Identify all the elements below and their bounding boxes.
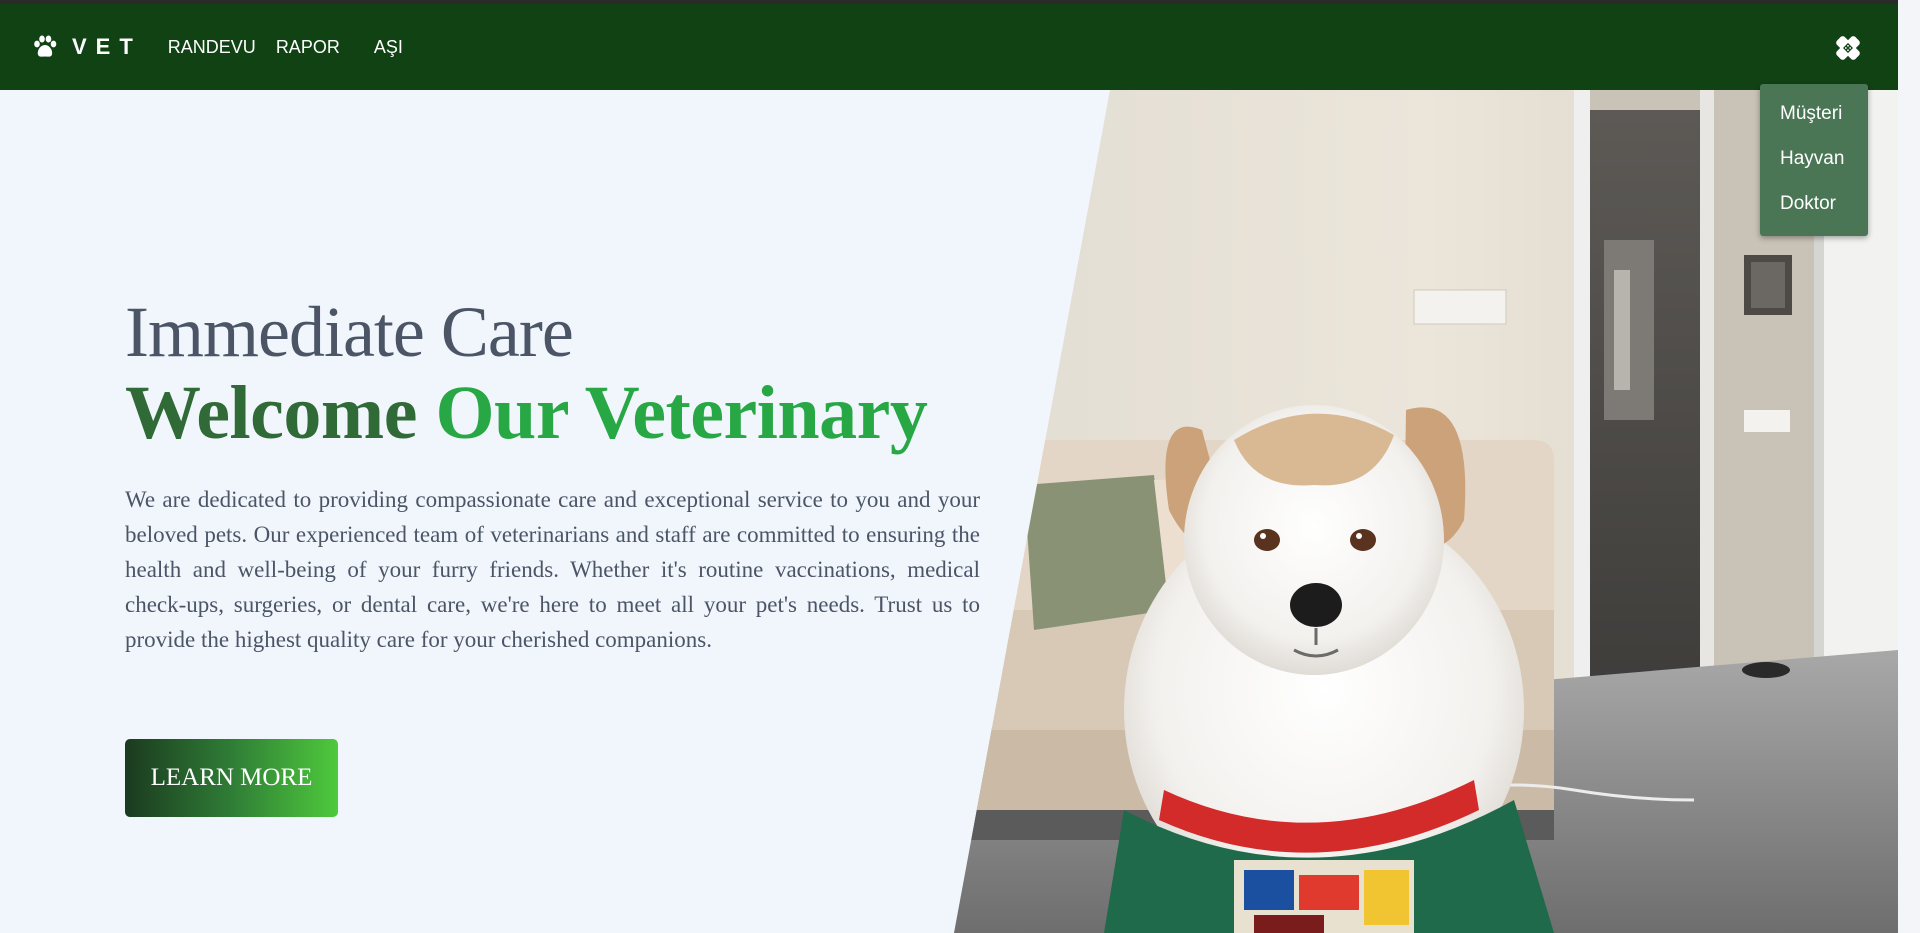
hero-title: Welcome Our Veterinary <box>125 372 980 454</box>
page-right-gutter <box>1898 0 1920 933</box>
dropdown-item-hayvan[interactable]: Hayvan <box>1780 148 1844 170</box>
dropdown-item-musteri[interactable]: Müşteri <box>1780 103 1842 125</box>
nav-links: RANDEVU RAPOR AŞI <box>168 37 403 58</box>
learn-more-button[interactable]: LEARN MORE <box>125 739 338 817</box>
brand[interactable]: VET <box>32 34 142 60</box>
dropdown-menu: Müşteri Hayvan Doktor <box>1760 84 1868 236</box>
dog-photo <box>954 90 1898 933</box>
nav-link-asi[interactable]: AŞI <box>374 37 403 58</box>
nav-link-rapor[interactable]: RAPOR <box>276 37 340 58</box>
hero-description: We are dedicated to providing compassion… <box>125 487 980 652</box>
navbar: VET RANDEVU RAPOR AŞI <box>0 4 1898 90</box>
hero-subtitle: Immediate Care <box>125 292 574 372</box>
hero-text: Immediate Care Welcome Our Veterinary We… <box>125 292 980 657</box>
bandage-cross-icon[interactable] <box>1830 30 1866 66</box>
hero-title-veterinary: Our Veterinary <box>435 371 928 455</box>
brand-name: VET <box>72 34 142 59</box>
dropdown-item-doktor[interactable]: Doktor <box>1780 193 1836 215</box>
hero-title-welcome: Welcome <box>125 371 417 455</box>
nav-link-randevu[interactable]: RANDEVU <box>168 37 256 58</box>
paw-icon <box>32 34 58 60</box>
